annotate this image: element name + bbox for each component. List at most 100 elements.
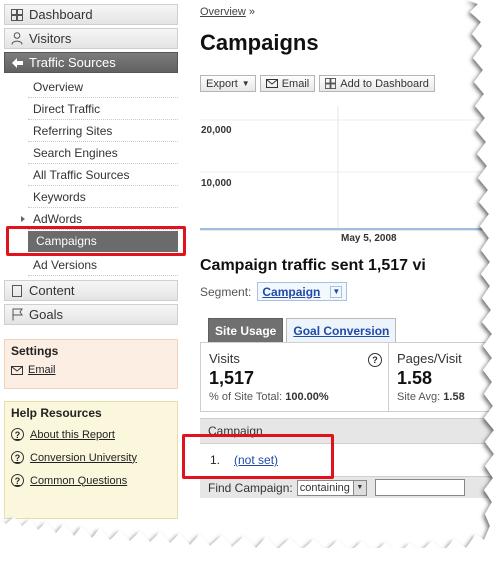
export-button[interactable]: Export ▼ <box>200 75 256 92</box>
segment-value: Campaign <box>262 284 321 299</box>
traffic-sources-submenu: Overview Direct Traffic Referring Sites … <box>21 76 178 276</box>
metric-sub-value: 100.00% <box>285 391 329 403</box>
sub-item-label: Referring Sites <box>33 124 113 138</box>
sidebar: Dashboard Visitors Traffic Sources Overv… <box>4 4 178 519</box>
table-header: Campaign <box>200 418 500 444</box>
nav-label: Goals <box>29 307 63 322</box>
help-resources-panel: Help Resources ? About this Report ? Con… <box>4 401 178 519</box>
help-link-about-report[interactable]: ? About this Report <box>11 428 171 441</box>
find-campaign-bar: Find Campaign: containing ▼ <box>200 476 500 498</box>
find-label: Find Campaign: <box>208 480 293 495</box>
report-toolbar: Export ▼ Email Add to Dashboard <box>200 75 435 92</box>
row-index: 1. <box>210 453 221 467</box>
report-tabs: Site Usage Goal Conversion <box>208 318 397 342</box>
grid-icon <box>10 8 24 22</box>
nav-traffic-sources[interactable]: Traffic Sources <box>4 52 178 73</box>
nav-visitors[interactable]: Visitors <box>4 28 178 49</box>
sub-item-label: Overview <box>33 80 84 94</box>
nav-label: Traffic Sources <box>29 55 116 70</box>
sub-item-label: Ad Versions <box>33 258 98 272</box>
nav-content[interactable]: Content <box>4 280 178 301</box>
segment-selector: Segment: Campaign ▼ <box>200 282 348 301</box>
help-link-common-questions[interactable]: ? Common Questions <box>11 474 171 487</box>
visits-chart: 20,000 10,000 May 5, 2008 <box>200 106 500 246</box>
screenshot-frame: Dashboard Visitors Traffic Sources Overv… <box>0 0 500 566</box>
envelope-icon <box>11 365 23 375</box>
sub-item-campaigns[interactable]: Campaigns <box>28 231 178 252</box>
metric-subtext: Site Avg: 1.58 <box>397 391 500 403</box>
help-question-icon[interactable]: ? <box>368 353 382 367</box>
question-icon: ? <box>11 428 24 441</box>
find-mode-select[interactable]: containing ▼ <box>296 479 367 496</box>
metric-value: 1.58 <box>397 368 433 388</box>
nav-label: Dashboard <box>29 7 93 22</box>
email-label: Email <box>281 77 310 90</box>
sub-item-direct-traffic[interactable]: Direct Traffic <box>28 98 178 120</box>
sub-item-adwords[interactable]: AdWords <box>21 208 178 230</box>
add-dashboard-label: Add to Dashboard <box>340 77 429 90</box>
breadcrumb-overview-link[interactable]: Overview <box>200 6 246 18</box>
x-tick-date: May 5, 2008 <box>341 233 397 244</box>
breadcrumb: Overview » <box>200 6 255 18</box>
nav-label: Content <box>29 283 75 298</box>
help-link-label: About this Report <box>30 428 115 441</box>
tab-goal-conversion[interactable]: Goal Conversion <box>286 318 397 342</box>
grid-icon <box>325 78 337 89</box>
main-content: Overview » Campaigns Export ▼ Email Add … <box>200 0 500 566</box>
metric-visits: Visits 1,517 % of Site Total: 100.00% ? <box>201 343 389 411</box>
help-link-conversion-university[interactable]: ? Conversion University <box>11 451 171 464</box>
chart-canvas: 20,000 10,000 May 5, 2008 <box>200 106 500 244</box>
expand-arrow-icon[interactable] <box>21 216 25 222</box>
metric-label: Visits <box>209 351 240 366</box>
metric-sub-value: 1.58 <box>443 391 465 403</box>
add-to-dashboard-button[interactable]: Add to Dashboard <box>319 75 435 92</box>
dropdown-arrow-icon: ▼ <box>241 79 250 88</box>
email-button[interactable]: Email <box>259 75 316 92</box>
page-title: Campaigns <box>200 30 319 55</box>
sub-item-label: All Traffic Sources <box>33 168 130 182</box>
settings-title: Settings <box>11 344 59 358</box>
tab-site-usage[interactable]: Site Usage <box>208 318 284 342</box>
find-campaign-input[interactable] <box>374 479 465 496</box>
sub-item-all-traffic-sources[interactable]: All Traffic Sources <box>28 164 178 186</box>
help-link-label: Common Questions <box>30 474 128 487</box>
metric-sub-prefix: Site Avg: <box>397 391 441 403</box>
metric-label: Pages/Visit <box>397 351 462 366</box>
segment-dropdown[interactable]: Campaign ▼ <box>257 282 348 301</box>
sub-item-label: Direct Traffic <box>33 102 101 116</box>
chevron-down-icon: ▼ <box>330 285 343 298</box>
table-row: 1. (not set) <box>200 448 288 472</box>
sub-item-label: Keywords <box>33 190 86 204</box>
envelope-icon <box>265 79 278 88</box>
find-mode-value: containing <box>299 481 350 494</box>
sub-item-ad-versions[interactable]: Ad Versions <box>28 254 178 276</box>
metric-pages-per-visit: Pages/Visit 1.58 Site Avg: 1.58 <box>389 343 500 411</box>
page-icon <box>10 284 24 298</box>
segment-label: Segment: <box>200 284 252 299</box>
campaign-link[interactable]: (not set) <box>234 453 278 467</box>
person-icon <box>10 32 24 46</box>
export-label: Export <box>206 77 238 90</box>
y-tick-mid: 10,000 <box>201 178 232 189</box>
settings-panel: Settings Email <box>4 339 178 389</box>
traffic-icon <box>10 56 24 70</box>
y-tick-high: 20,000 <box>201 125 232 136</box>
nav-goals[interactable]: Goals <box>4 304 178 325</box>
breadcrumb-separator: » <box>248 6 256 18</box>
email-settings-link[interactable]: Email <box>11 364 171 376</box>
sub-item-label: Campaigns <box>36 234 97 248</box>
sub-item-search-engines[interactable]: Search Engines <box>28 142 178 164</box>
sub-item-label: Search Engines <box>33 146 118 160</box>
metric-sub-prefix: % of Site Total: <box>209 391 283 403</box>
metrics-scorecard: Visits 1,517 % of Site Total: 100.00% ? … <box>200 342 500 412</box>
help-link-label: Conversion University <box>30 451 137 464</box>
nav-dashboard[interactable]: Dashboard <box>4 4 178 25</box>
sub-item-keywords[interactable]: Keywords <box>28 186 178 208</box>
sub-item-referring-sites[interactable]: Referring Sites <box>28 120 178 142</box>
question-icon: ? <box>11 451 24 464</box>
metric-value: 1,517 <box>209 368 255 388</box>
sub-item-overview[interactable]: Overview <box>28 76 178 98</box>
help-title: Help Resources <box>11 406 102 420</box>
column-header-campaign[interactable]: Campaign <box>208 424 263 438</box>
nav-label: Visitors <box>29 31 72 46</box>
